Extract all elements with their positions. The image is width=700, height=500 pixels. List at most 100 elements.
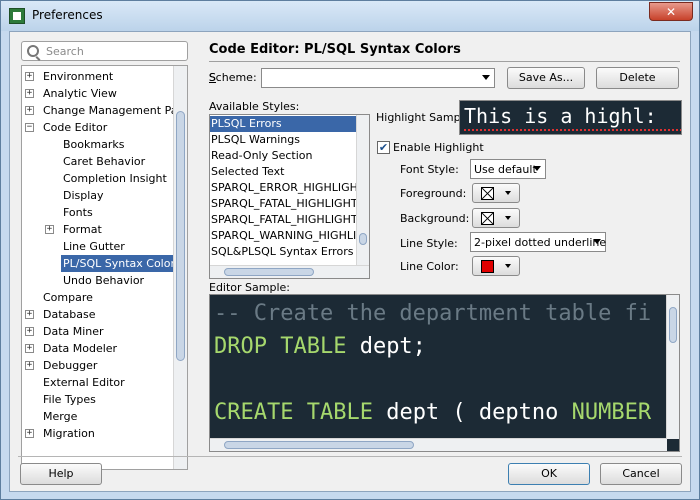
tree-item[interactable]: PL/SQL Syntax Colors [22, 255, 183, 272]
title-bar[interactable]: Preferences ✕ [1, 1, 699, 31]
tree-item[interactable]: Display [22, 187, 174, 204]
scheme-select[interactable] [261, 68, 495, 88]
delete-button[interactable]: Delete [596, 67, 679, 89]
tree-item[interactable]: + Format [22, 221, 174, 238]
tree-item-label: Line Gutter [63, 240, 125, 253]
footer-divider [18, 456, 682, 457]
available-styles-list[interactable]: PLSQL Errors PLSQL Warnings Read-Only Sect… [209, 114, 370, 279]
ok-button[interactable]: OK [508, 463, 590, 485]
save-as-button[interactable]: Save As... [507, 67, 585, 89]
expand-icon[interactable]: + [25, 429, 34, 438]
expand-icon[interactable]: + [45, 225, 54, 234]
tree-item[interactable]: Compare [22, 289, 174, 306]
tree-item[interactable]: + Database [22, 306, 174, 323]
available-styles-label: Available Styles: [209, 100, 300, 113]
style-list-item[interactable]: SQL&PLSQL Syntax Errors [210, 244, 357, 260]
styles-hscroll-thumb[interactable] [224, 268, 314, 276]
tree-item-label: Format [63, 223, 102, 236]
style-list-item[interactable]: SPARQL_FATAL_HIGHLIGHT_S [210, 212, 357, 228]
chevron-down-icon [533, 166, 541, 171]
expand-icon[interactable]: + [25, 106, 34, 115]
chevron-down-icon [482, 75, 490, 80]
tree-item-label: Completion Insight [63, 172, 167, 185]
tree-item-label: Display [63, 189, 104, 202]
window-title: Preferences [32, 8, 103, 22]
expand-icon[interactable]: + [25, 72, 34, 81]
expand-icon[interactable]: + [25, 310, 34, 319]
page-title: Code Editor: PL/SQL Syntax Colors [209, 42, 461, 57]
style-list-item[interactable]: SPARQL_ERROR_HIGHLIGHT_ [210, 180, 357, 196]
tree-scroll-thumb[interactable] [176, 111, 185, 361]
expand-icon[interactable]: + [25, 89, 34, 98]
tree-item-label: PL/SQL Syntax Colors [61, 255, 183, 272]
cancel-button[interactable]: Cancel [600, 463, 682, 485]
chevron-down-icon [505, 216, 511, 220]
tree-item[interactable]: Undo Behavior [22, 272, 174, 289]
enable-highlight-label: Enable Highlight [393, 141, 484, 154]
tree-item[interactable]: + Change Management Parar [22, 102, 187, 119]
tree-item[interactable]: + Environment [22, 68, 174, 85]
tree-item[interactable]: + Migration [22, 425, 174, 442]
styles-vscroll-thumb[interactable] [359, 233, 367, 245]
collapse-icon[interactable]: − [25, 123, 34, 132]
line-style-select[interactable]: 2-pixel dotted underline [470, 232, 606, 252]
chevron-down-icon [505, 264, 511, 268]
tree-item-label: Environment [43, 70, 114, 83]
tree-item-label: Change Management Parar [43, 104, 188, 117]
expand-icon[interactable]: + [25, 327, 34, 336]
editor-hscrollbar[interactable] [210, 438, 667, 451]
tree-item-label: External Editor [43, 376, 125, 389]
tree-item[interactable]: File Types [22, 391, 174, 408]
search-placeholder: Search [46, 45, 84, 58]
no-color-icon [481, 187, 494, 200]
styles-hscrollbar[interactable] [210, 265, 369, 278]
tree-item-label: File Types [43, 393, 96, 406]
tree-item[interactable]: + Data Modeler [22, 340, 174, 357]
tree-item[interactable]: External Editor [22, 374, 174, 391]
tree-item[interactable]: Merge [22, 408, 174, 425]
style-list-item[interactable]: PLSQL Errors [210, 116, 357, 132]
tree-item-label: Bookmarks [63, 138, 125, 151]
styles-vscrollbar[interactable] [356, 115, 369, 265]
tree-item[interactable]: Line Gutter [22, 238, 174, 255]
style-list-item[interactable]: SPARQL_WARNING_HIGHLIGH [210, 228, 357, 244]
highlight-sample: This is a highl: [459, 100, 682, 135]
tree-item[interactable]: + Analytic View [22, 85, 174, 102]
preferences-tree[interactable]: + Environment + Analytic View + Change Manage… [21, 65, 188, 470]
editor-hscroll-thumb[interactable] [224, 441, 414, 449]
search-input[interactable]: Search [21, 41, 188, 61]
code-line-drop: DROP TABLE dept; [214, 334, 426, 359]
tree-item[interactable]: − Code Editor [22, 119, 174, 136]
enable-highlight-checkbox[interactable]: ✔ [377, 141, 390, 154]
editor-vscrollbar[interactable] [666, 295, 679, 439]
chevron-down-icon [505, 191, 511, 195]
background-color-button[interactable] [472, 208, 520, 228]
style-list-item[interactable]: PLSQL Warnings [210, 132, 357, 148]
tree-item[interactable]: Caret Behavior [22, 153, 174, 170]
search-icon [27, 45, 39, 57]
tree-item[interactable]: + Debugger [22, 357, 174, 374]
line-color-button[interactable] [472, 256, 520, 276]
style-list-item[interactable]: Selected Text [210, 164, 357, 180]
tree-item[interactable]: Completion Insight [22, 170, 174, 187]
tree-item[interactable]: Fonts [22, 204, 174, 221]
font-style-select[interactable]: Use default [470, 159, 546, 179]
help-button[interactable]: Help [20, 463, 102, 485]
expand-icon[interactable]: + [25, 344, 34, 353]
foreground-color-button[interactable] [472, 183, 520, 203]
line-style-label: Line Style: [400, 237, 458, 250]
tree-item-label: Fonts [63, 206, 93, 219]
tree-item[interactable]: + Data Miner [22, 323, 174, 340]
tree-item-label: Database [43, 308, 96, 321]
tree-scrollbar[interactable] [173, 66, 187, 469]
style-list-item[interactable]: Read-Only Section [210, 148, 357, 164]
highlight-sample-text: This is a highl: [464, 104, 657, 128]
style-list-item[interactable]: SPARQL_FATAL_HIGHLIGHT_S [210, 196, 357, 212]
tree-item[interactable]: Bookmarks [22, 136, 174, 153]
editor-sample[interactable]: -- Create the department table fi DROP T… [209, 294, 680, 452]
close-button[interactable]: ✕ [649, 2, 693, 21]
chevron-down-icon [593, 239, 601, 244]
expand-icon[interactable]: + [25, 361, 34, 370]
tree-item-label: Migration [43, 427, 95, 440]
editor-vscroll-thumb[interactable] [669, 307, 677, 343]
